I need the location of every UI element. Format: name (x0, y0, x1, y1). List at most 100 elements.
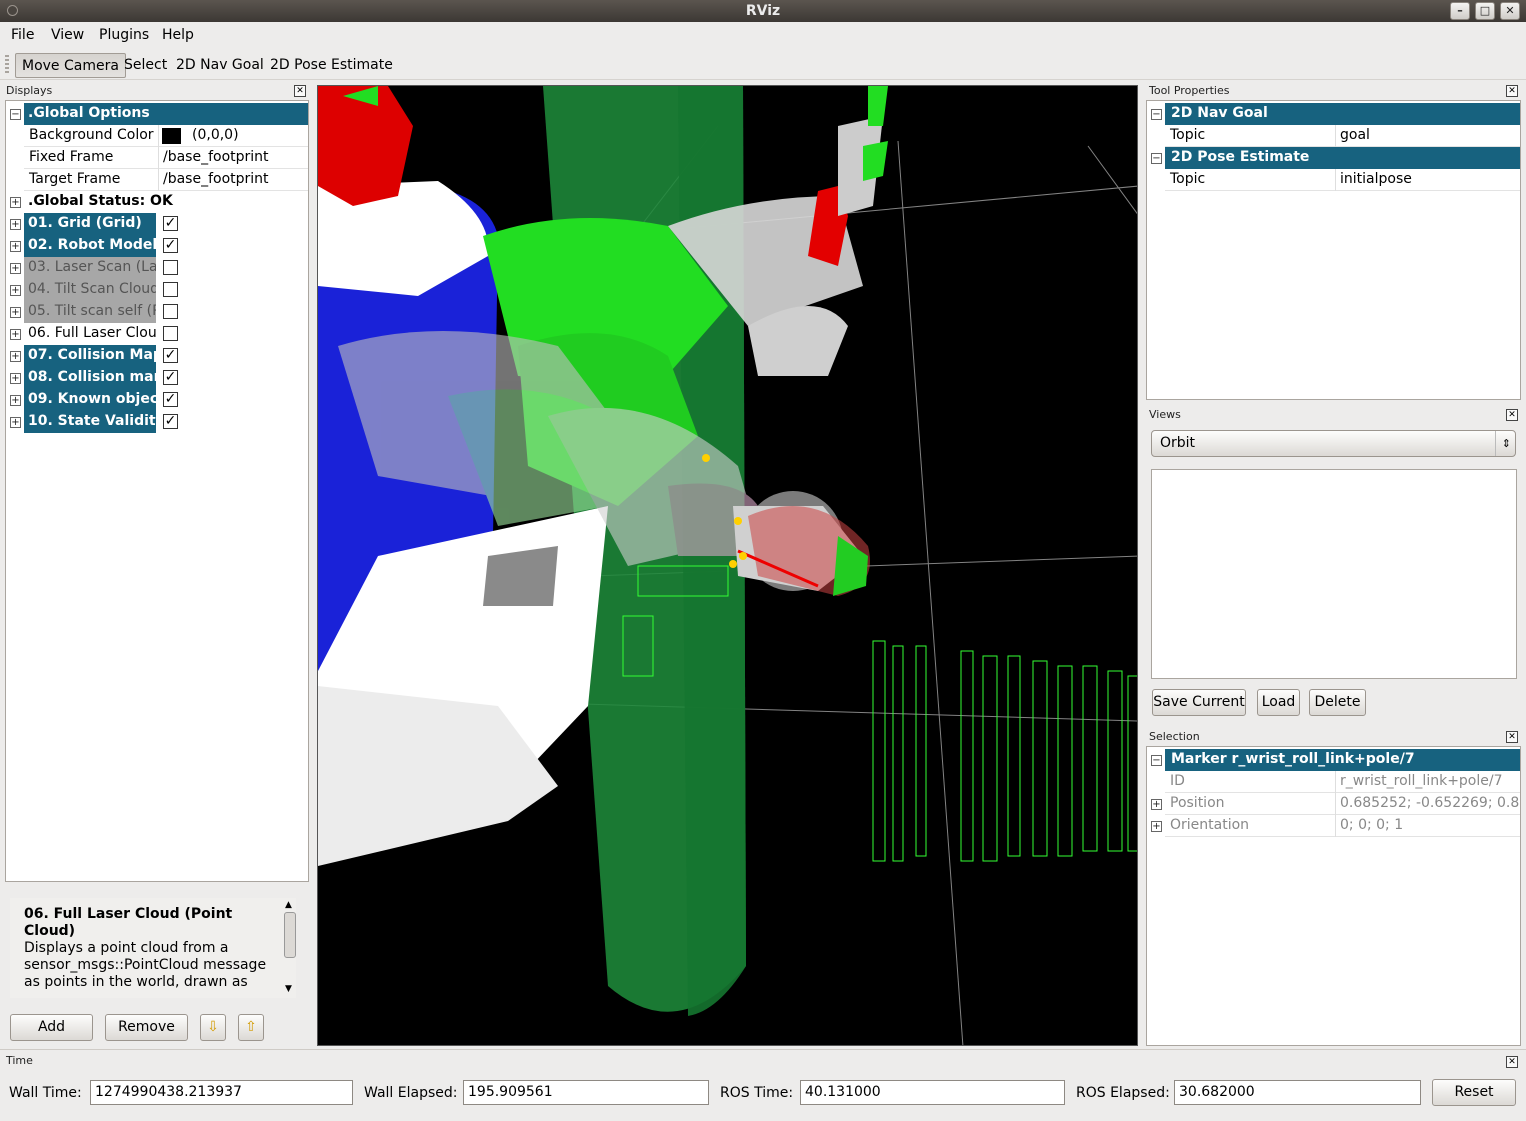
display-checkbox[interactable] (163, 282, 178, 297)
display-checkbox[interactable] (163, 260, 178, 275)
display-item-grid[interactable]: 01. Grid (Grid) (24, 213, 156, 235)
add-display-button[interactable]: Add (10, 1014, 93, 1041)
close-icon[interactable]: ✕ (1500, 2, 1520, 20)
tool-properties-close-icon[interactable]: ✕ (1506, 85, 1518, 97)
expand-icon[interactable]: + (10, 307, 21, 318)
save-current-button[interactable]: Save Current (1152, 689, 1246, 716)
ros-time-label: ROS Time: (720, 1085, 794, 1101)
toolbar-grip-icon[interactable] (5, 55, 9, 75)
expand-icon[interactable]: + (10, 395, 21, 406)
display-item-laser-scan[interactable]: 03. Laser Scan (Laser (24, 257, 156, 279)
view-type-select[interactable]: Orbit ⇕ (1151, 430, 1516, 457)
display-checkbox[interactable] (163, 304, 178, 319)
display-item-tilt-scan-cloud[interactable]: 04. Tilt Scan Cloud ( (24, 279, 156, 301)
fixed-frame-value[interactable]: /base_footprint (158, 147, 308, 169)
window-title: RViz (745, 3, 781, 19)
expand-icon[interactable]: + (10, 263, 21, 274)
display-checkbox[interactable]: ✓ (163, 348, 178, 363)
selection-position-value: 0.685252; -0.652269; 0.827 (1335, 793, 1520, 815)
reset-button[interactable]: Reset (1432, 1079, 1516, 1106)
menu-help[interactable]: Help (162, 27, 194, 43)
wall-time-field[interactable]: 1274990438.213937 (90, 1080, 353, 1105)
color-swatch[interactable] (162, 128, 181, 144)
display-item-full-laser-cloud[interactable]: 06. Full Laser Cloud (24, 323, 156, 345)
menu-plugins[interactable]: Plugins (99, 27, 149, 43)
scroll-up-icon[interactable]: ▲ (285, 900, 292, 910)
collapse-icon[interactable]: − (1151, 755, 1162, 766)
display-checkbox[interactable]: ✓ (163, 370, 178, 385)
display-item-tilt-scan-self[interactable]: 05. Tilt scan self (Po (24, 301, 156, 323)
select-arrows-icon: ⇕ (1494, 431, 1511, 456)
view-type-value: Orbit (1160, 435, 1196, 451)
minimize-icon[interactable]: – (1450, 2, 1470, 20)
selection-header[interactable]: Marker r_wrist_roll_link+pole/7 (1165, 749, 1520, 771)
global-status[interactable]: .Global Status: OK (24, 191, 308, 213)
expand-icon[interactable]: + (1151, 821, 1162, 832)
scroll-down-icon[interactable]: ▼ (285, 984, 292, 994)
selection-tree: − Marker r_wrist_roll_link+pole/7 ID r_w… (1146, 746, 1521, 1046)
load-view-button[interactable]: Load (1257, 689, 1300, 716)
wall-elapsed-field[interactable]: 195.909561 (463, 1080, 709, 1105)
expand-icon[interactable]: + (10, 197, 21, 208)
tool-move-camera[interactable]: Move Camera (15, 53, 126, 78)
expand-icon[interactable]: + (10, 329, 21, 340)
nav-goal-topic-value[interactable]: goal (1335, 125, 1520, 147)
display-checkbox[interactable]: ✓ (163, 216, 178, 231)
description-scrollbar[interactable]: ▲ ▼ (282, 898, 298, 998)
collapse-icon[interactable]: − (1151, 153, 1162, 164)
remove-display-button[interactable]: Remove (105, 1014, 188, 1041)
selection-id-value: r_wrist_roll_link+pole/7 (1335, 771, 1520, 793)
display-item-known-objects[interactable]: 09. Known object (24, 389, 156, 411)
expand-icon[interactable]: + (10, 417, 21, 428)
ros-elapsed-field[interactable]: 30.682000 (1174, 1080, 1421, 1105)
ros-time-field[interactable]: 40.131000 (800, 1080, 1065, 1105)
expand-icon[interactable]: + (10, 241, 21, 252)
target-frame-value[interactable]: /base_footprint (158, 169, 308, 191)
displays-close-icon[interactable]: ✕ (294, 85, 306, 97)
nav-goal-header[interactable]: 2D Nav Goal (1165, 103, 1520, 125)
views-close-icon[interactable]: ✕ (1506, 409, 1518, 421)
collapse-icon[interactable]: − (1151, 109, 1162, 120)
selection-orientation-value: 0; 0; 0; 1 (1335, 815, 1520, 837)
menu-view[interactable]: View (51, 27, 84, 43)
tool-properties-title: Tool Properties (1149, 84, 1230, 97)
scroll-thumb[interactable] (284, 912, 296, 958)
display-item-collision-markers[interactable]: 08. Collision mar (24, 367, 156, 389)
menu-file[interactable]: File (11, 27, 34, 43)
display-item-robot-model[interactable]: 02. Robot Model (24, 235, 156, 257)
display-checkbox[interactable]: ✓ (163, 414, 178, 429)
tool-2d-nav-goal[interactable]: 2D Nav Goal (170, 53, 270, 78)
expand-icon[interactable]: + (1151, 799, 1162, 810)
ros-elapsed-label: ROS Elapsed: (1076, 1085, 1170, 1101)
description-body: Displays a point cloud from a sensor_msg… (24, 940, 267, 990)
selection-close-icon[interactable]: ✕ (1506, 731, 1518, 743)
time-close-icon[interactable]: ✕ (1506, 1056, 1518, 1068)
render-viewport[interactable] (317, 85, 1138, 1046)
display-checkbox[interactable]: ✓ (163, 238, 178, 253)
maximize-icon[interactable]: □ (1475, 2, 1495, 20)
tool-select[interactable]: Select (118, 53, 173, 78)
window-titlebar: RViz – □ ✕ (0, 0, 1526, 22)
selection-orientation-label: Orientation (1165, 815, 1335, 837)
saved-views-list[interactable] (1151, 469, 1517, 679)
tool-2d-pose-estimate[interactable]: 2D Pose Estimate (264, 53, 399, 78)
expand-icon[interactable]: + (10, 351, 21, 362)
move-down-icon[interactable]: ⇩ (200, 1014, 226, 1041)
expand-icon[interactable]: + (10, 373, 21, 384)
delete-view-button[interactable]: Delete (1309, 689, 1366, 716)
time-title: Time (6, 1054, 33, 1067)
pose-estimate-topic-label: Topic (1165, 169, 1335, 191)
display-checkbox[interactable]: ✓ (163, 392, 178, 407)
collapse-icon[interactable]: − (10, 109, 21, 120)
expand-icon[interactable]: + (10, 219, 21, 230)
expand-icon[interactable]: + (10, 285, 21, 296)
pose-estimate-header[interactable]: 2D Pose Estimate (1165, 147, 1520, 169)
prop-fixed-frame: Fixed Frame (24, 147, 158, 169)
move-up-icon[interactable]: ⇧ (238, 1014, 264, 1041)
pose-estimate-topic-value[interactable]: initialpose (1335, 169, 1520, 191)
display-checkbox[interactable] (163, 326, 178, 341)
wall-time-label: Wall Time: (9, 1085, 82, 1101)
display-item-state-validity[interactable]: 10. State Validity (24, 411, 156, 433)
display-item-collision-map[interactable]: 07. Collision Map (24, 345, 156, 367)
global-options-header[interactable]: .Global Options (24, 103, 308, 125)
